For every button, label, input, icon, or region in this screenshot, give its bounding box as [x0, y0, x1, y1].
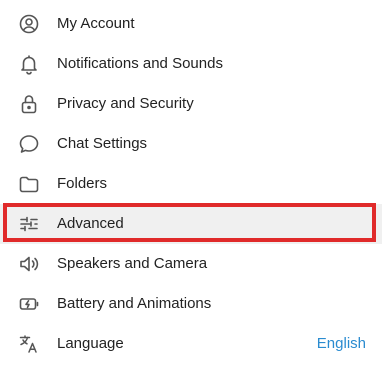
menu-item-label: My Account: [57, 15, 135, 32]
menu-item-advanced[interactable]: Advanced: [0, 204, 382, 244]
settings-menu: My Account Notifications and Sounds Priv…: [0, 4, 382, 364]
menu-item-label: Folders: [57, 175, 108, 192]
language-value-link[interactable]: English: [317, 335, 366, 353]
chat-bubble-icon: [17, 132, 41, 156]
translate-icon: [17, 332, 41, 356]
sliders-icon: [17, 212, 41, 236]
menu-item-privacy-security[interactable]: Privacy and Security: [0, 84, 382, 124]
menu-item-folders[interactable]: Folders: [0, 164, 382, 204]
user-circle-icon: [17, 12, 41, 36]
menu-item-label: Speakers and Camera: [57, 255, 208, 272]
menu-item-speakers-camera[interactable]: Speakers and Camera: [0, 244, 382, 284]
menu-item-language[interactable]: Language English: [0, 324, 382, 364]
bell-icon: [17, 52, 41, 76]
speaker-icon: [17, 252, 41, 276]
folder-icon: [17, 172, 41, 196]
menu-item-notifications[interactable]: Notifications and Sounds: [0, 44, 382, 84]
menu-item-label: Privacy and Security: [57, 95, 194, 112]
menu-item-battery-animations[interactable]: Battery and Animations: [0, 284, 382, 324]
menu-item-label: Notifications and Sounds: [57, 55, 223, 72]
menu-item-chat-settings[interactable]: Chat Settings: [0, 124, 382, 164]
menu-item-label: Battery and Animations: [57, 295, 212, 312]
menu-item-my-account[interactable]: My Account: [0, 4, 382, 44]
menu-item-label: Advanced: [57, 215, 124, 232]
lock-icon: [17, 92, 41, 116]
menu-item-label: Chat Settings: [57, 135, 148, 152]
battery-icon: [17, 292, 41, 316]
menu-item-label: Language: [57, 335, 124, 352]
